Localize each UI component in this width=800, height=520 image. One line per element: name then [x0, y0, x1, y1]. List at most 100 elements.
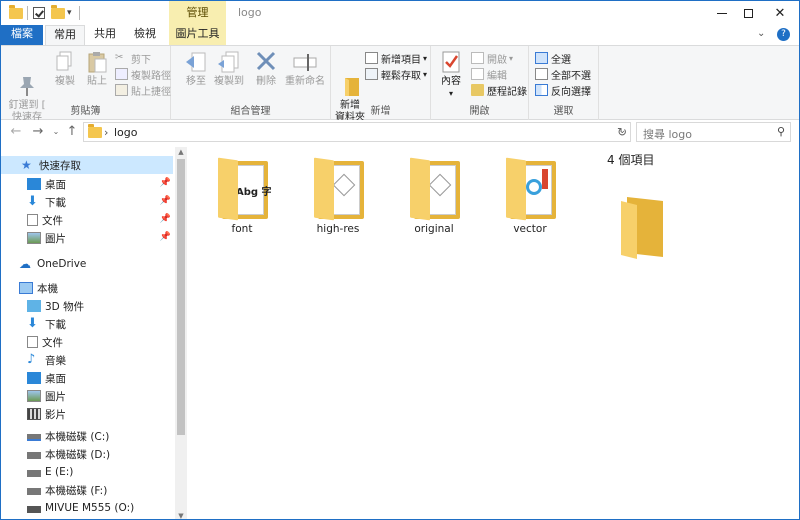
nav-drive-d[interactable]: 本機磁碟 (D:)	[1, 445, 173, 463]
tab-home[interactable]: 常用	[45, 25, 85, 45]
folder-high-res[interactable]: high-res	[295, 155, 381, 235]
scroll-down-icon[interactable]: ▼	[175, 512, 187, 519]
paste-shortcut-icon	[115, 84, 128, 96]
paste-shortcut-button[interactable]: 貼上捷徑	[115, 82, 171, 98]
address-bar[interactable]: › logo ⌄	[83, 122, 631, 142]
ribbon-collapse-icon[interactable]: ⌄	[757, 28, 765, 39]
nav-documents[interactable]: 文件	[1, 333, 173, 351]
nav-drive-c[interactable]: 本機磁碟 (C:)	[1, 427, 173, 445]
document-icon	[27, 214, 38, 226]
context-tab-manage[interactable]: 管理	[169, 1, 226, 25]
nav-onedrive[interactable]: ☁ OneDrive	[1, 255, 173, 273]
paste-button[interactable]: 貼上	[83, 50, 111, 88]
edit-button[interactable]: 編輯	[471, 66, 507, 82]
nav-3d-objects[interactable]: 3D 物件	[1, 297, 173, 315]
folder-original[interactable]: original	[391, 155, 477, 235]
paste-shortcut-label: 貼上捷徑	[131, 86, 171, 98]
nav-videos[interactable]: 影片	[1, 405, 173, 423]
properties-quick-icon[interactable]	[33, 5, 45, 21]
address-row: ← → ⌄ ↑ › logo ⌄ ↻ 搜尋 logo ⚲	[1, 120, 799, 144]
close-button[interactable]: ✕	[757, 1, 799, 25]
breadcrumb-logo[interactable]: logo	[114, 126, 138, 139]
up-arrow-icon[interactable]: ↑	[63, 123, 81, 141]
tab-view[interactable]: 檢視	[127, 25, 163, 45]
new-folder-quick-icon[interactable]	[51, 4, 65, 21]
folder-icon	[312, 155, 364, 221]
properties-button[interactable]: 內容 ▾	[437, 50, 465, 100]
help-icon[interactable]: ?	[777, 28, 790, 41]
nav-drive-f[interactable]: 本機磁碟 (F:)	[1, 481, 173, 499]
font-preview: Abg 字	[236, 187, 272, 198]
nav-downloads[interactable]: ⬇ 下載	[1, 315, 173, 333]
copy-to-button[interactable]: 複製到	[213, 50, 245, 88]
desktop-icon	[27, 178, 41, 190]
nav-scrollbar[interactable]: ▲ ▼	[175, 147, 187, 519]
nav-desktop[interactable]: 桌面	[1, 369, 173, 387]
nav-drive-o[interactable]: MIVUE M555 (O:)	[1, 499, 173, 517]
details-pane: 4 個項目	[599, 147, 799, 519]
folder-font[interactable]: Abg 字 font	[199, 155, 285, 235]
pin-icon[interactable]: 📌	[160, 178, 171, 188]
scroll-up-icon[interactable]: ▲	[175, 148, 187, 156]
easy-access-icon	[365, 68, 378, 80]
open-button[interactable]: 開啟 ▾	[471, 50, 513, 66]
cut-button[interactable]: ✂ 剪下	[115, 50, 151, 66]
back-arrow-icon[interactable]: ←	[7, 123, 25, 141]
nav-quick-downloads[interactable]: ⬇ 下載 📌	[1, 193, 173, 211]
folder-name: original	[414, 223, 454, 235]
open-group-label: 開啟	[469, 106, 490, 117]
clipboard-group: 釘選到 [ 快速存取] 複製 貼上 ✂ 剪下 複製路徑	[1, 46, 171, 135]
nav-music[interactable]: ♪ 音樂	[1, 351, 173, 369]
nav-this-pc[interactable]: 本機	[1, 279, 173, 297]
folder-icon: Abg 字	[216, 155, 272, 221]
dropdown-arrow-icon: ▾	[448, 89, 453, 98]
easy-access-button[interactable]: 輕鬆存取 ▾	[365, 66, 427, 82]
refresh-icon[interactable]: ↻	[613, 123, 631, 141]
copy-path-button[interactable]: 複製路徑	[115, 66, 171, 82]
nav-quick-access[interactable]: ★ 快速存取	[1, 156, 173, 174]
customize-quick-access-icon[interactable]: ▾	[67, 5, 72, 21]
search-icon[interactable]: ⚲	[777, 125, 785, 138]
edit-icon	[471, 68, 484, 80]
nav-this-pc-label: 本機	[37, 282, 58, 295]
tab-share[interactable]: 共用	[87, 25, 123, 45]
nav-quick-documents[interactable]: 文件 📌	[1, 211, 173, 229]
history-button[interactable]: 歷程記錄	[471, 82, 527, 98]
invert-selection-button[interactable]: 反向選擇	[535, 82, 591, 98]
delete-button[interactable]: 刪除	[251, 50, 281, 88]
pictures-icon	[27, 390, 41, 402]
properties-label: 內容	[441, 76, 461, 87]
select-all-button[interactable]: 全選	[535, 50, 571, 66]
tab-picture-tools[interactable]: 圖片工具	[169, 25, 226, 45]
star-icon: ★	[21, 158, 32, 172]
pictures-icon	[27, 232, 41, 244]
paste-icon	[84, 50, 110, 74]
select-none-button[interactable]: 全部不選	[535, 66, 591, 82]
rename-button[interactable]: 重新命名	[283, 50, 327, 88]
search-box[interactable]: 搜尋 logo ⚲	[636, 122, 791, 142]
pin-icon[interactable]: 📌	[160, 232, 171, 242]
folder-vector[interactable]: vector	[487, 155, 573, 235]
removable-drive-icon	[27, 506, 41, 513]
ribbon: 釘選到 [ 快速存取] 複製 貼上 ✂ 剪下 複製路徑	[1, 45, 799, 135]
move-to-button[interactable]: 移至	[181, 50, 211, 88]
pin-icon[interactable]: 📌	[160, 196, 171, 206]
nav-quick-desktop[interactable]: 桌面 📌	[1, 175, 173, 193]
computer-icon	[19, 282, 33, 294]
copy-icon	[52, 50, 78, 74]
pin-icon[interactable]: 📌	[160, 214, 171, 224]
move-to-icon	[183, 50, 209, 74]
divider	[79, 5, 80, 21]
nav-item-label: 下載	[45, 196, 66, 209]
nav-quick-pictures[interactable]: 圖片 📌	[1, 229, 173, 247]
tab-file[interactable]: 檔案	[1, 25, 43, 45]
nav-drive-e[interactable]: E (E:)	[1, 463, 173, 481]
copy-label: 複製	[55, 76, 75, 87]
copy-button[interactable]: 複製	[51, 50, 79, 88]
divider	[27, 5, 28, 21]
forward-arrow-icon[interactable]: →	[29, 123, 47, 141]
scrollbar-thumb[interactable]	[177, 159, 185, 435]
clipboard-group-label: 剪貼簿	[70, 106, 101, 117]
new-item-button[interactable]: 新增項目 ▾	[365, 50, 427, 66]
nav-pictures[interactable]: 圖片	[1, 387, 173, 405]
